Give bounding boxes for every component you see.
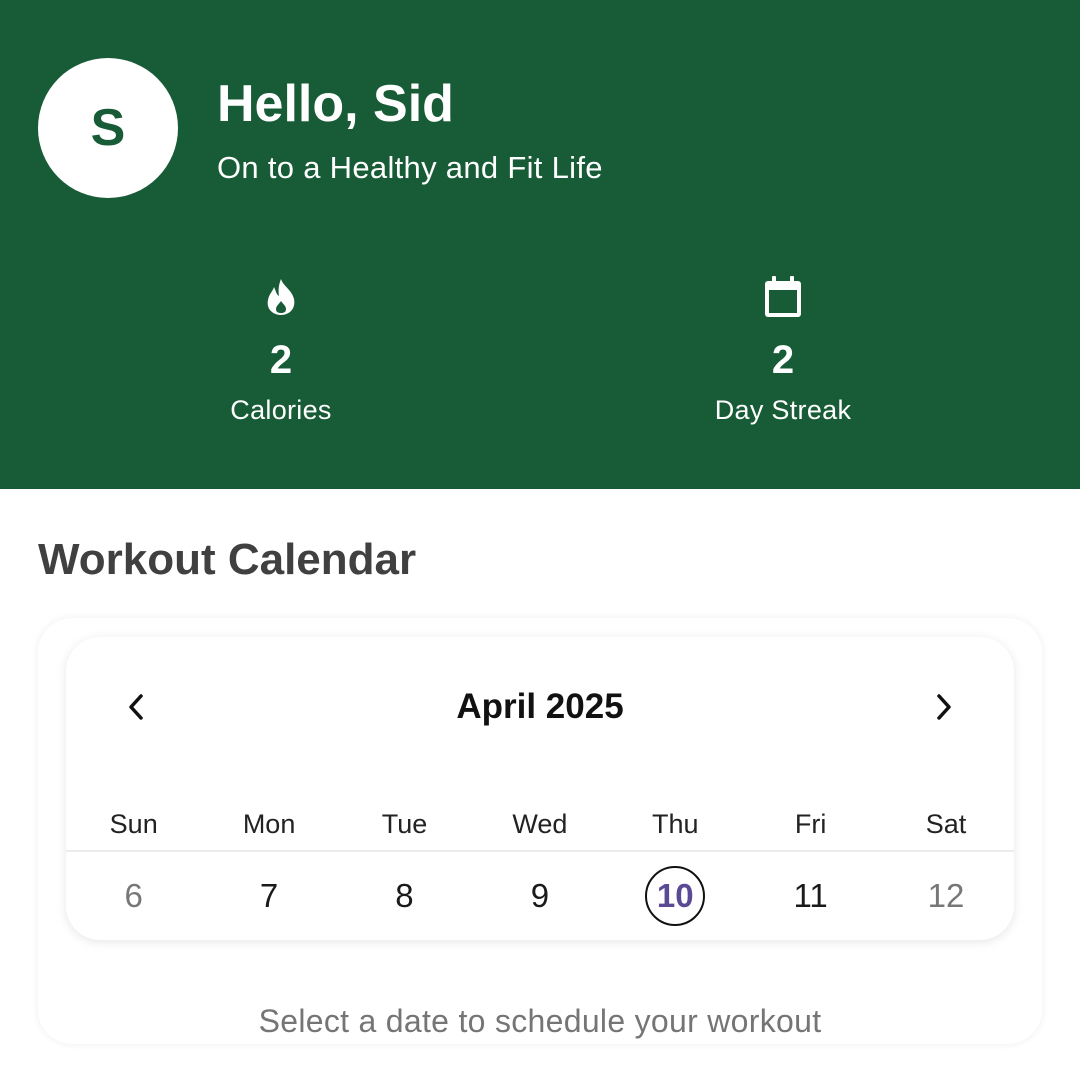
weekday-header-row: Sun Mon Tue Wed Thu Fri Sat [66, 807, 1014, 841]
weekday-label: Thu [651, 809, 699, 839]
calendar-day[interactable]: 9 [472, 865, 607, 927]
schedule-hint: Select a date to schedule your workout [258, 1003, 822, 1039]
calendar-day[interactable]: 6 [66, 865, 201, 927]
weekday-label: Tue [381, 809, 428, 839]
calendar-day[interactable]: 8 [337, 865, 472, 927]
divider [66, 850, 1014, 852]
week-row: 6 7 8 9 10 11 12 [66, 865, 1014, 927]
profile-header: S Hello, Sid On to a Healthy and Fit Lif… [0, 0, 1080, 489]
chevron-right-icon [937, 694, 951, 720]
streak-value: 2 [771, 338, 795, 382]
flame-icon [131, 272, 431, 322]
calendar-day[interactable]: 11 [743, 865, 878, 927]
weekday-label: Fri [794, 809, 827, 839]
avatar[interactable]: S [38, 58, 178, 198]
day-streak-stat: 2 Day Streak [633, 272, 933, 428]
greeting-subtitle: On to a Healthy and Fit Life [217, 150, 603, 185]
weekday-label: Mon [242, 809, 296, 839]
weekday-label: Sun [109, 809, 158, 839]
selected-day-indicator: 10 [645, 866, 706, 926]
greeting-title: Hello, Sid [217, 75, 454, 133]
calendar-day[interactable]: 12 [878, 865, 1013, 927]
section-title: Workout Calendar [38, 535, 417, 584]
calendar-card: April 2025 Sun Mon Tue Wed Thu Fri Sat 6… [66, 637, 1014, 940]
weekday-label: Wed [512, 809, 568, 839]
calendar-day[interactable]: 7 [201, 865, 336, 927]
calendar-day-today[interactable]: 10 [608, 865, 743, 927]
calories-label: Calories [230, 395, 332, 425]
avatar-initial: S [90, 99, 126, 157]
streak-label: Day Streak [714, 395, 852, 425]
weekday-label: Sat [925, 809, 967, 839]
calendar-icon [633, 272, 933, 322]
calories-stat: 2 Calories [131, 272, 431, 428]
month-label: April 2025 [456, 687, 624, 726]
next-month-button[interactable] [924, 687, 964, 727]
calories-value: 2 [269, 338, 293, 382]
